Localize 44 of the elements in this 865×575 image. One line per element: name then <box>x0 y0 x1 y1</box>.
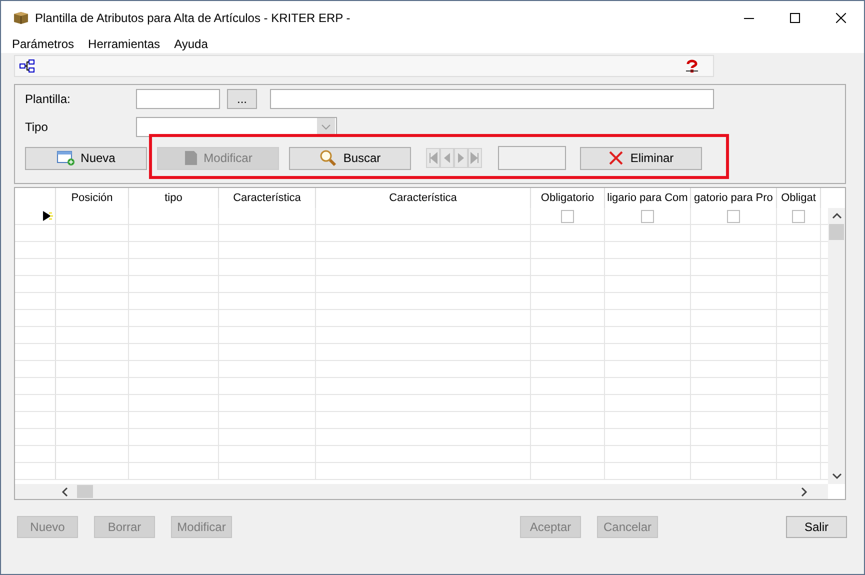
footer-button[interactable]: Salir <box>786 516 847 538</box>
horizontal-scrollbar[interactable] <box>15 484 828 499</box>
close-icon[interactable] <box>836 13 846 23</box>
vertical-scrollbar[interactable] <box>828 208 845 484</box>
action-button[interactable]: Eliminar <box>580 146 702 170</box>
scroll-up-icon[interactable] <box>832 212 842 220</box>
menu-item[interactable]: Parámetros <box>12 37 74 51</box>
checkbox[interactable] <box>641 210 654 222</box>
column-header[interactable]: Característica <box>233 192 301 204</box>
window-title: Plantilla de Atributos para Alta de Artículos - KRITER ERP - <box>35 11 350 25</box>
scroll-thumb[interactable] <box>77 485 93 498</box>
scroll-left-icon[interactable] <box>61 486 69 496</box>
hierarchy-icon[interactable] <box>19 59 35 73</box>
checkbox[interactable] <box>561 210 574 222</box>
document-icon <box>184 150 198 166</box>
new-row-indicator-icon <box>43 211 53 221</box>
record-field[interactable] <box>498 146 566 170</box>
maximize-icon[interactable] <box>790 13 800 23</box>
scroll-right-icon[interactable] <box>800 486 808 496</box>
column-header[interactable]: tipo <box>164 192 182 204</box>
column-header[interactable]: gatorio para Pro <box>694 192 773 204</box>
window-add-icon <box>56 150 75 166</box>
action-button[interactable]: Nueva <box>25 146 147 170</box>
search-icon <box>319 149 338 167</box>
menu-item[interactable]: Herramientas <box>88 37 160 51</box>
field-label: Tipo <box>25 120 49 134</box>
column-header[interactable]: Obligat <box>781 192 816 204</box>
column-header[interactable]: ligario para Com <box>607 192 688 204</box>
column-header[interactable]: Posición <box>71 192 113 204</box>
browse-button[interactable]: ... <box>227 89 257 109</box>
action-button[interactable]: Buscar <box>289 146 411 170</box>
delete-icon <box>608 150 624 166</box>
box-icon <box>13 11 29 25</box>
scroll-thumb[interactable] <box>829 224 844 240</box>
checkbox[interactable] <box>792 210 805 222</box>
checkbox[interactable] <box>727 210 740 222</box>
template-code-field[interactable] <box>136 89 220 109</box>
field-label: Plantilla: <box>25 92 72 106</box>
template-name-field[interactable] <box>270 89 714 109</box>
column-header[interactable]: Obligatorio <box>540 192 594 204</box>
menu-item[interactable]: Ayuda <box>174 37 208 51</box>
help-icon[interactable] <box>685 59 699 73</box>
scroll-down-icon[interactable] <box>832 472 842 480</box>
column-header[interactable]: Característica <box>389 192 457 204</box>
